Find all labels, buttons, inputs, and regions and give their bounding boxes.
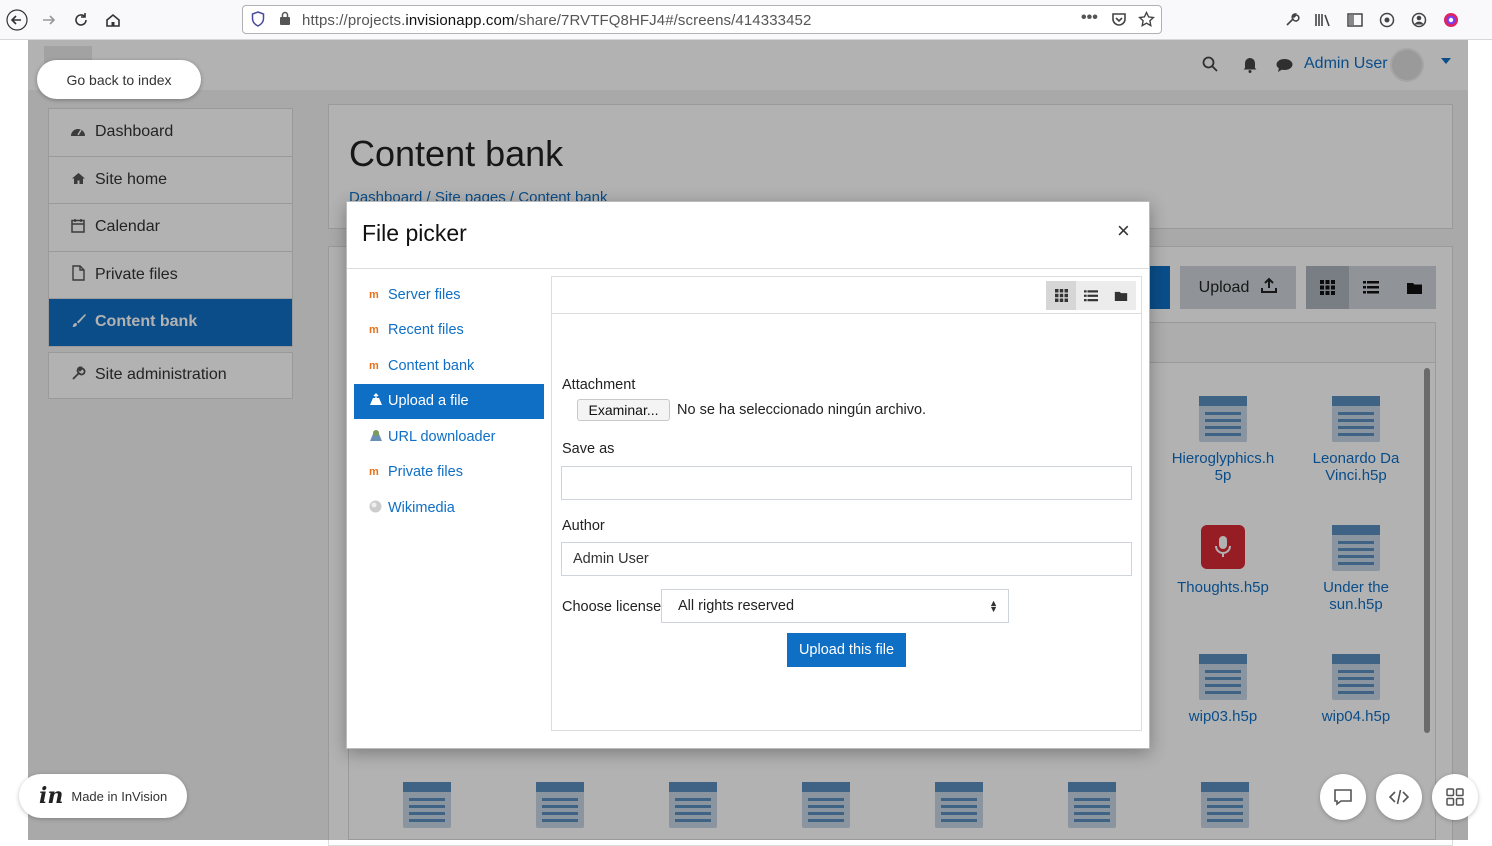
back-arrow-icon[interactable] (3, 6, 31, 34)
upload-form-pane: Attachment Examinar... No se ha seleccio… (551, 276, 1142, 731)
save-as-input[interactable] (561, 466, 1132, 500)
browse-file-button[interactable]: Examinar... (577, 399, 670, 421)
modal-header: File picker × (347, 202, 1149, 269)
bookmark-star-icon[interactable] (1138, 10, 1155, 31)
picker-toolbar (552, 277, 1141, 314)
browser-toolbar: https://projects.invisionapp.com/share/7… (0, 0, 1492, 40)
url-download-icon (369, 429, 385, 445)
invision-logo-icon: in (39, 783, 64, 809)
repo-item-label: URL downloader (388, 428, 496, 445)
account-icon[interactable] (1409, 10, 1429, 30)
moodle-icon: m (369, 466, 379, 479)
modal-title: File picker (362, 220, 467, 246)
library-icon[interactable] (1313, 10, 1333, 30)
wikimedia-globe-icon (369, 500, 385, 516)
repo-item-private-files[interactable]: m Private files (354, 455, 544, 491)
repo-item-label: Upload a file (388, 393, 469, 410)
home-icon[interactable] (99, 6, 127, 34)
sidebar-toggle-icon[interactable] (1345, 10, 1365, 30)
moodle-icon: m (369, 288, 379, 301)
details-view-icon[interactable] (1076, 281, 1106, 310)
close-icon[interactable]: × (1117, 218, 1130, 244)
save-as-label: Save as (562, 441, 615, 457)
moodle-icon: m (369, 359, 379, 372)
color-picker-icon[interactable] (1441, 10, 1461, 30)
repo-item-label: Server files (388, 286, 461, 303)
repo-item-label: Private files (388, 464, 463, 481)
comment-icon[interactable] (1320, 774, 1366, 820)
pocket-icon[interactable] (1111, 11, 1127, 30)
repo-item-url-downloader[interactable]: URL downloader (354, 419, 544, 455)
repo-item-upload-a-file[interactable]: Upload a file (354, 383, 544, 419)
go-back-to-index-button[interactable]: Go back to index (37, 60, 201, 99)
address-bar[interactable]: https://projects.invisionapp.com/share/7… (242, 5, 1162, 34)
reload-icon[interactable] (67, 6, 95, 34)
upload-this-file-button[interactable]: Upload this file (787, 633, 906, 667)
forward-arrow-icon[interactable] (35, 6, 63, 34)
choose-license-label: Choose license (562, 599, 662, 615)
more-actions-icon[interactable]: ••• (1081, 9, 1098, 27)
repository-list: m Server files m Recent files m Content … (354, 277, 544, 526)
wrench-icon[interactable] (1282, 10, 1302, 30)
file-picker-dialog: File picker × m Server files m Recent fi… (346, 201, 1150, 749)
author-input[interactable]: Admin User (561, 542, 1132, 576)
author-label: Author (562, 518, 605, 534)
repo-item-recent-files[interactable]: m Recent files (354, 313, 544, 349)
shield-icon[interactable] (251, 11, 265, 30)
no-file-selected-text: No se ha seleccionado ningún archivo. (677, 402, 927, 418)
repo-item-server-files[interactable]: m Server files (354, 277, 544, 313)
icon-view-icon[interactable] (1046, 281, 1076, 310)
code-inspect-icon[interactable] (1376, 774, 1422, 820)
license-select[interactable]: All rights reserved ▲ ▼ (661, 589, 1009, 623)
attachment-label: Attachment (562, 377, 636, 393)
license-select-value: All rights reserved (678, 598, 795, 614)
select-updown-icon: ▲ ▼ (989, 598, 998, 614)
moodle-icon: m (369, 324, 379, 337)
repo-item-label: Wikimedia (388, 499, 455, 516)
url-text: https://projects.invisionapp.com/share/7… (302, 12, 812, 29)
repo-item-wikimedia[interactable]: Wikimedia (354, 490, 544, 526)
screens-grid-icon[interactable] (1432, 774, 1478, 820)
upload-file-icon (369, 393, 385, 409)
lock-icon (279, 11, 291, 29)
page-edge (1468, 40, 1492, 840)
picker-view-toggle (1046, 281, 1136, 310)
made-in-invision-badge[interactable]: in Made in InVision (19, 774, 187, 818)
repo-item-label: Content bank (388, 357, 475, 374)
repo-item-content-bank[interactable]: m Content bank (354, 348, 544, 384)
tree-view-folder-icon[interactable] (1106, 281, 1136, 310)
extension-gear-icon[interactable] (1377, 10, 1397, 30)
repo-item-label: Recent files (388, 322, 464, 339)
made-in-invision-label: Made in InVision (71, 788, 168, 804)
